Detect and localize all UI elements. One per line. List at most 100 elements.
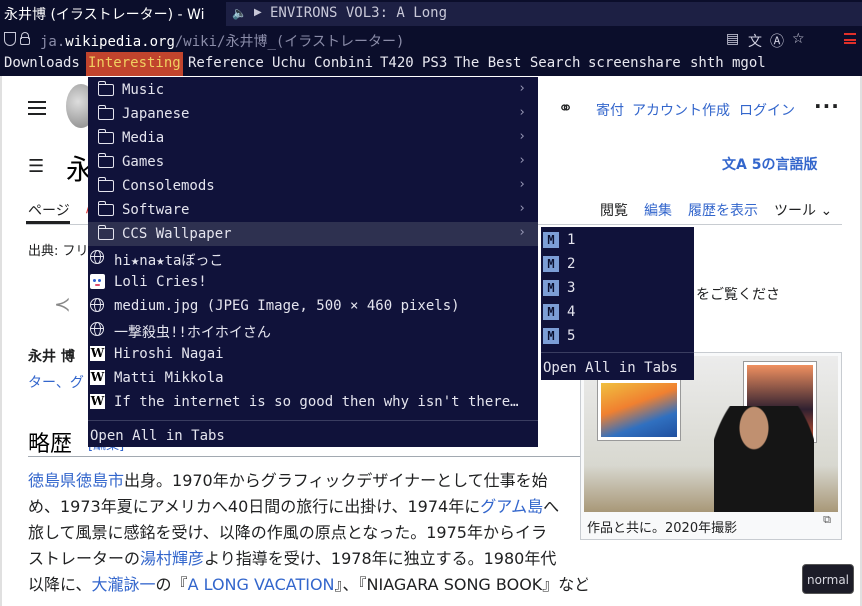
menu-bookmark-label: Matti Mikkola [114, 370, 224, 386]
mode-indicator: normal [802, 564, 854, 594]
menu-bookmark-label: medium.jpg (JPEG Image, 500 × 460 pixels… [114, 298, 460, 314]
article-link[interactable]: 徳島県徳島市 [28, 471, 124, 490]
chevron-right-icon: › [518, 177, 526, 192]
login-link[interactable]: ログイン [739, 100, 795, 120]
article-line: め、1973年夏にアメリカへ40日間の旅行に出掛け、1974年にグアム島へ [28, 494, 588, 520]
globe-icon [90, 322, 104, 336]
create-account-link[interactable]: アカウント作成 [632, 100, 730, 120]
open-all-in-tabs[interactable]: Open All in Tabs [543, 360, 678, 376]
tab-audio[interactable]: 🔈 ▶ ENVIRONS VOL3: A Long [226, 2, 862, 26]
bookmark-uchu[interactable]: Uchu [270, 52, 308, 76]
menu-folder-media[interactable]: Media › [88, 126, 538, 150]
menu-bookmark-item[interactable]: 一撃殺虫!!ホイホイさん [88, 318, 538, 342]
donate-link[interactable]: 寄付 [596, 100, 624, 120]
tab-read[interactable]: 閲覧 [600, 200, 628, 220]
bookmark-t420[interactable]: T420 [378, 52, 416, 76]
menu-folder-ccs-wallpaper[interactable]: CCS Wallpaper › [88, 222, 538, 246]
shield-icon[interactable] [4, 32, 16, 46]
article-text: より指導を受け、1978年に独立する。1980年代 [204, 549, 557, 568]
menu-bookmark-label: Hiroshi Nagai [114, 346, 224, 362]
submenu-item-3[interactable]: M3 [541, 276, 694, 300]
reading-preferences-icon[interactable]: ⚭ [558, 98, 573, 119]
m-favicon-icon: M [543, 328, 559, 344]
folder-icon [97, 153, 114, 168]
menu-folder-label: Games [122, 154, 165, 170]
article-text: 』、『NIAGARA SONG BOOK』などの [334, 575, 589, 594]
menu-folder-label: Software [122, 202, 190, 218]
bookmark-star-icon[interactable]: ☆ [792, 31, 805, 47]
article-text: 以降に、 [28, 575, 92, 594]
bookmark-interesting[interactable]: Interesting [86, 52, 183, 76]
enlarge-icon[interactable]: ⧉ [823, 513, 831, 527]
menu-bookmark-matti-mikkola[interactable]: W Matti Mikkola [88, 366, 538, 390]
chevron-right-icon: › [518, 201, 526, 216]
submenu-item-4[interactable]: M4 [541, 300, 694, 324]
lock-icon[interactable] [20, 32, 30, 45]
article-link[interactable]: A LONG VACATION [188, 575, 335, 594]
bookmark-downloads[interactable]: Downloads [2, 52, 82, 76]
tab-page[interactable]: ページ [28, 200, 70, 220]
article-text: へ [543, 497, 560, 516]
bookmark-reference[interactable]: Reference [186, 52, 266, 76]
submenu-item-2[interactable]: M2 [541, 252, 694, 276]
play-icon: ▶ [254, 7, 262, 18]
article-link[interactable]: 大瀧詠一 [92, 575, 156, 594]
wikipedia-icon: W [90, 394, 105, 409]
lead-link[interactable]: ター、グ [28, 372, 84, 392]
menu-bookmark-label: Loli Cries! [114, 274, 207, 290]
submenu-item-label: 4 [567, 304, 576, 320]
tab-audio-title: ENVIRONS VOL3: A Long [270, 5, 448, 21]
main-menu-icon[interactable] [28, 101, 46, 115]
tab-bar: 永井博 (イラストレーター) - Wi 🔈 ▶ ENVIRONS VOL3: A… [0, 0, 862, 28]
bookmark-screenshare[interactable]: screenshare [586, 52, 683, 76]
menu-folder-consolemods[interactable]: Consolemods › [88, 174, 538, 198]
m-favicon-icon: M [543, 232, 559, 248]
menu-bookmark-hi-na-ta[interactable]: hi★na★taぼっこ [88, 246, 538, 270]
article-line: ストレーターの湯村輝彦より指導を受け、1978年に独立する。1980年代 [28, 546, 588, 572]
tab-tools[interactable]: ツール ⌄ [774, 200, 832, 220]
tab-active[interactable]: 永井博 (イラストレーター) - Wi [4, 4, 226, 24]
open-all-in-tabs[interactable]: Open All in Tabs [90, 428, 225, 444]
bookmark-conbini[interactable]: Conbini [312, 52, 375, 76]
chevron-right-icon: › [518, 225, 526, 240]
tab-edit[interactable]: 編集 [644, 200, 672, 220]
translate-icon: 文A [722, 157, 752, 173]
reader-view-icon[interactable]: ▤ [726, 31, 739, 47]
ccs-wallpaper-submenu: M 1 M 2 M 3 M 4 M 5 Open All in Tabs [541, 227, 694, 380]
speaker-icon[interactable]: 🔈 [232, 6, 247, 20]
chevron-down-icon: ⌄ [820, 203, 833, 219]
folder-icon [97, 201, 114, 216]
bookmark-the-best-search[interactable]: The Best Search [452, 52, 582, 76]
translate-page-icon[interactable]: 文 [748, 31, 762, 51]
menu-folder-games[interactable]: Games › [88, 150, 538, 174]
submenu-item-label: 1 [567, 232, 576, 248]
article-link[interactable]: グアム島 [480, 497, 543, 516]
article-text: 旅して風景に感銘を受け、以降の作風の原点となった。1975年からイラ [28, 523, 547, 542]
font-settings-icon[interactable]: Ⓐ [770, 31, 784, 51]
wikipedia-icon: W [90, 370, 105, 385]
tab-history[interactable]: 履歴を表示 [688, 200, 758, 220]
bookmark-mgol[interactable]: mgol [730, 52, 768, 76]
menu-folder-music[interactable]: Music › [88, 78, 538, 102]
menu-folder-software[interactable]: Software › [88, 198, 538, 222]
bookmarks-toolbar: Downloads Interesting Reference Uchu Conbini… [0, 52, 862, 76]
bookmark-shth[interactable]: shth [688, 52, 726, 76]
submenu-item-1[interactable]: M1 [541, 228, 694, 252]
menu-bookmark-hiroshi-nagai[interactable]: W Hiroshi Nagai [88, 342, 538, 366]
url-field[interactable]: ja.wikipedia.org/wiki/永井博_(イラストレーター) [40, 31, 404, 51]
article-link[interactable]: 湯村輝彦 [140, 549, 204, 568]
menu-bookmark-medium-jpg-jpeg-image-500-460-pixels[interactable]: medium.jpg (JPEG Image, 500 × 460 pixels… [88, 294, 538, 318]
more-options-icon[interactable]: ··· [814, 94, 840, 118]
app-menu-icon[interactable] [844, 33, 856, 44]
table-of-contents-icon[interactable]: ☰ [28, 156, 44, 177]
menu-bookmark-loli-cries[interactable]: Loli Cries! [88, 270, 538, 294]
section-divider [28, 456, 584, 457]
address-bar[interactable]: ja.wikipedia.org/wiki/永井博_(イラストレーター) ▤ 文… [0, 28, 862, 52]
submenu-item-5[interactable]: M5 [541, 324, 694, 348]
bookmark-ps3[interactable]: PS3 [420, 52, 449, 76]
m-favicon-icon: M [543, 256, 559, 272]
menu-folder-japanese[interactable]: Japanese › [88, 102, 538, 126]
language-switcher[interactable]: 文A 5の言語版 [722, 154, 817, 174]
chevron-right-icon: › [518, 105, 526, 120]
menu-bookmark-if-the-internet-is-so-good-then-why-isn-t-there[interactable]: W If the internet is so good then why isn… [88, 390, 538, 414]
